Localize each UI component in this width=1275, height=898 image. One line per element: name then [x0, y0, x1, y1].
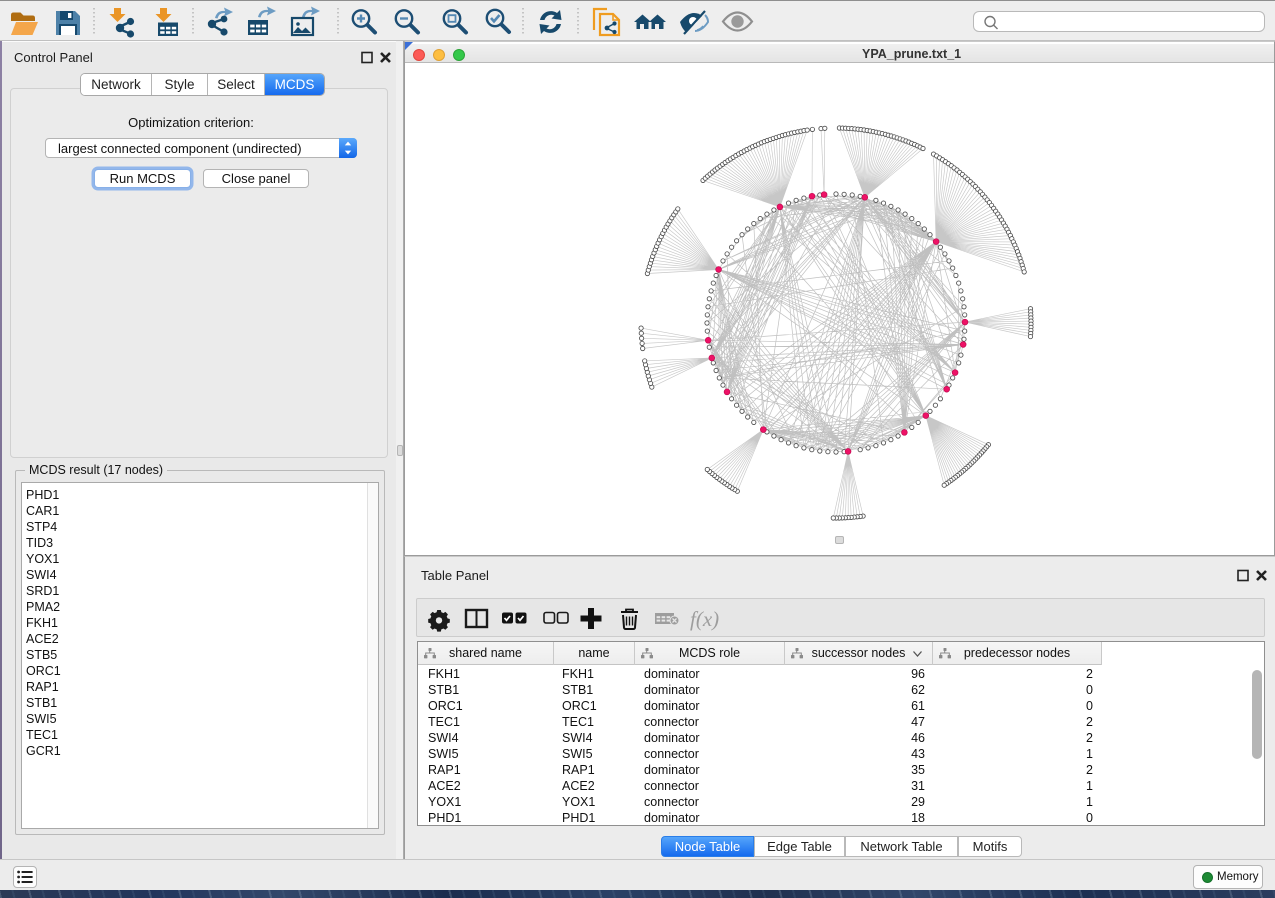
- svg-text:f(x): f(x): [690, 607, 719, 631]
